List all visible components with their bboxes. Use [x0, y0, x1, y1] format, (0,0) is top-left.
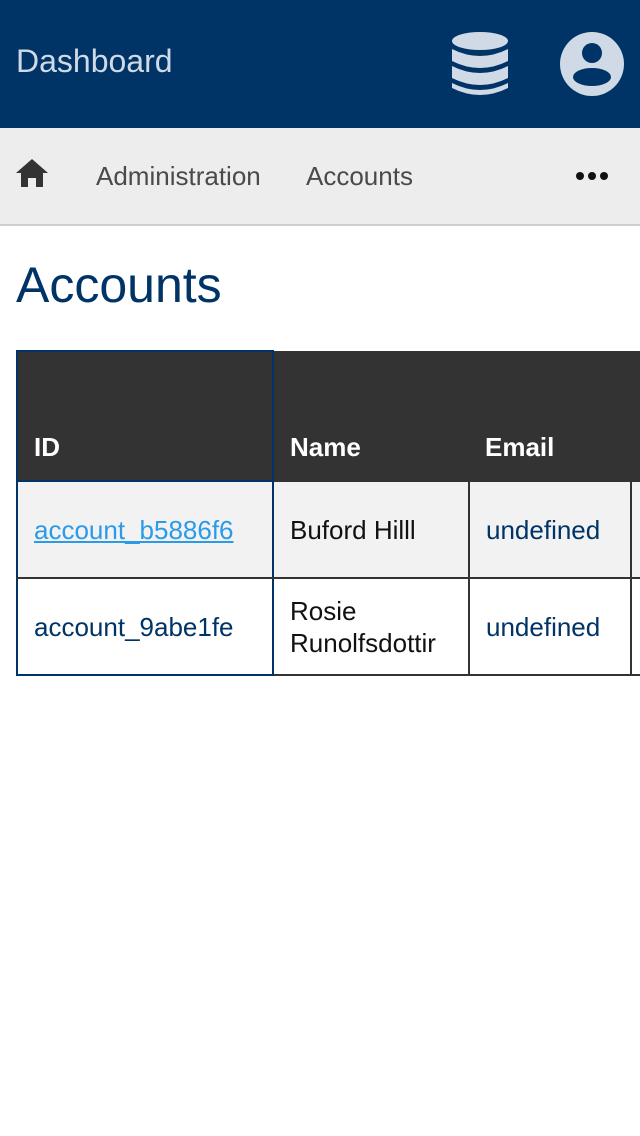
table-header-row: ID Name Email: [16, 350, 640, 481]
table-row[interactable]: account_b5886f6 Buford Hilll undefined: [16, 480, 640, 579]
app-title[interactable]: Dashboard: [16, 43, 173, 79]
breadcrumb-item-accounts[interactable]: Accounts: [306, 161, 413, 191]
page-title: Accounts: [16, 257, 222, 313]
database-icon: [452, 32, 508, 95]
more-horizontal-icon: [576, 172, 608, 180]
column-header-email[interactable]: Email: [469, 351, 631, 481]
account-id-cell: account_9abe1fe: [16, 577, 274, 676]
account-email-cell: undefined: [468, 480, 632, 579]
home-button[interactable]: [14, 156, 50, 190]
account-name-cell: Rosie Runolfsdottir: [272, 577, 470, 676]
table-cell: [630, 480, 640, 579]
account-name-cell: Buford Hilll: [272, 480, 470, 579]
column-header-id[interactable]: ID: [16, 350, 274, 481]
breadcrumb: Administration Accounts: [0, 128, 640, 226]
database-button[interactable]: [448, 30, 512, 98]
table-row[interactable]: account_9abe1fe Rosie Runolfsdottir unde…: [16, 577, 640, 676]
account-email-cell: undefined: [468, 577, 632, 676]
account-id-link[interactable]: account_b5886f6: [34, 515, 234, 545]
account-id-cell: account_b5886f6: [16, 480, 274, 579]
more-button[interactable]: [572, 166, 612, 186]
app-bar: Dashboard: [0, 0, 640, 128]
account-button[interactable]: [558, 30, 626, 98]
home-icon: [16, 159, 48, 187]
table-cell: [630, 577, 640, 676]
accounts-table-container[interactable]: ID Name Email account_b5886f6 Buford Hil…: [16, 350, 640, 680]
column-header-extra: [631, 351, 640, 481]
account-circle-icon: [560, 32, 624, 96]
breadcrumb-item-administration[interactable]: Administration: [96, 161, 261, 191]
accounts-table: ID Name Email account_b5886f6 Buford Hil…: [16, 350, 640, 676]
column-header-name[interactable]: Name: [273, 351, 469, 481]
